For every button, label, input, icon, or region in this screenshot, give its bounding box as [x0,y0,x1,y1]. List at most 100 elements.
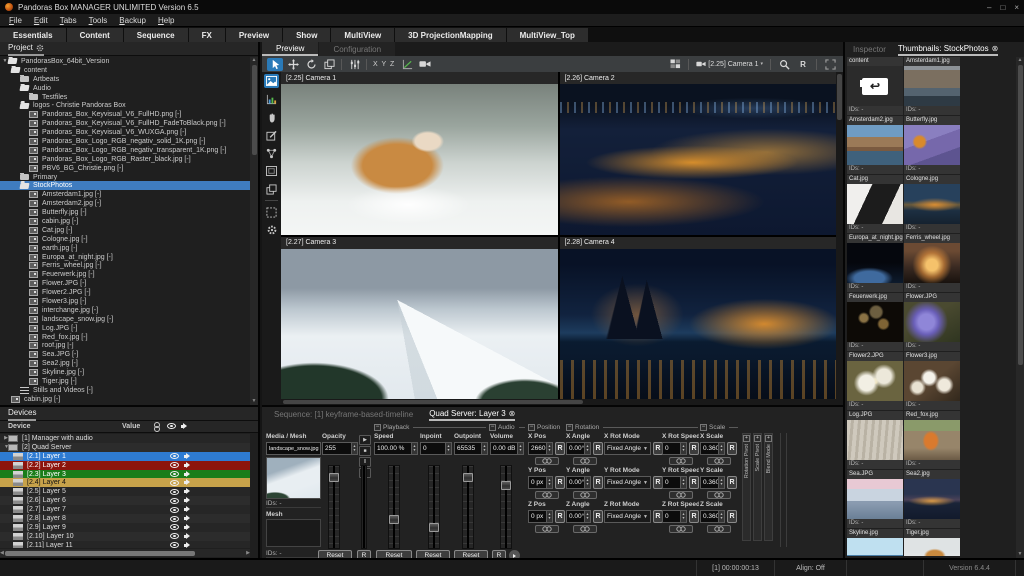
device-row[interactable]: ▶ [2.11] Layer 11 [0,541,250,548]
device-row[interactable]: ▶ [2.2] Layer 2 [0,461,250,470]
close-icon[interactable]: ⊗ [509,409,516,418]
tree-row[interactable]: ▼ StockPhotos [0,181,250,190]
reset-param-button[interactable]: R [593,442,603,455]
expand-arrow-icon[interactable]: ▶ [0,488,13,496]
tree-row[interactable]: Stills and Videos [-] [0,386,250,395]
tree-row[interactable]: Amsterdam2.jpg [-] [0,199,250,208]
main-tab[interactable]: FX [189,28,225,42]
media-thumbnail[interactable] [266,457,321,499]
tree-row[interactable]: roof.jpg [-] [0,342,250,351]
audio-speaker-icon[interactable] [184,497,194,504]
device-row[interactable]: ▶ [2.5] Layer 5 [0,487,250,496]
tree-row[interactable]: ▶ Primary [0,173,250,182]
spinner[interactable]: ▲▼ [547,510,553,523]
link-icon[interactable] [669,491,693,499]
marquee-select-icon[interactable] [264,205,279,219]
tab-sequence[interactable]: Sequence: [1] keyframe-based-timeline [274,410,413,419]
nodes-tool-icon[interactable] [264,146,279,160]
visibility-eye-icon[interactable] [170,453,179,459]
menu-item[interactable]: Backup [113,16,152,25]
spinner[interactable]: ▲▼ [681,442,687,455]
volume-field[interactable]: 0.00 dB [490,442,518,455]
audio-speaker-icon[interactable] [184,533,194,540]
scroll-down-icon[interactable]: ▼ [1018,551,1023,558]
link-icon[interactable] [535,457,559,465]
menu-item[interactable]: Tools [83,16,114,25]
tree-row[interactable]: Skyline.jpg [-] [0,368,250,377]
spinner[interactable]: ▲▼ [585,510,591,523]
reset-param-button[interactable]: R [689,442,699,455]
camera-render[interactable] [560,249,837,400]
scroll-up-icon[interactable]: ▲ [1018,57,1023,64]
camera-render[interactable] [560,84,837,235]
scale-pivot-strip[interactable]: + Scale Pivot [753,433,762,541]
reset-param-button[interactable]: R [727,510,737,523]
media-view-icon[interactable] [264,74,279,88]
main-tab[interactable]: Show [283,28,330,42]
edit-tool-icon[interactable] [264,128,279,142]
collapse-icon[interactable]: − [566,424,573,431]
tree-row[interactable]: Pandoras_Box_Logo_RGB_negativ_transparen… [0,146,250,155]
expand-arrow-icon[interactable]: ▼ [0,84,20,92]
device-row[interactable]: ▶ [2.3] Layer 3 [0,470,250,479]
tree-row[interactable]: cabin.jpg [-] [0,395,250,404]
tree-row[interactable]: ▶ Artbeats [0,75,250,84]
close-icon[interactable]: ⊗ [992,44,999,53]
reset-param-button[interactable]: R [593,476,603,489]
rot-speed-field[interactable]: 0 [662,510,681,523]
main-tab[interactable]: 3D ProjectionMapping [395,28,505,42]
main-tab[interactable]: Preview [226,28,282,42]
viewport-vscrollbar[interactable] [836,72,843,405]
rot-mode-dropdown[interactable]: Fixed Angle▼ [604,510,651,523]
spinner[interactable]: ▲▼ [547,442,553,455]
pos-field[interactable]: 0 px [528,510,547,523]
tab-inspector[interactable]: Inspector [853,45,886,54]
main-tab[interactable]: Essentials [0,28,66,42]
rotation-pivot-strip[interactable]: + Rotation Pivot [742,433,751,541]
expand-arrow-icon[interactable]: ▶ [0,173,20,181]
fader-handle[interactable] [329,473,339,482]
link-icon[interactable] [669,525,693,533]
pos-field[interactable]: 2660 px [528,442,547,455]
scrollbar-thumb[interactable] [252,65,257,155]
thumbnail-image[interactable] [904,66,960,106]
devices-hscrollbar[interactable]: ◀ ▶ [0,549,250,557]
maximize-button[interactable]: □ [1000,3,1005,12]
thumbnail-image[interactable] [904,420,960,460]
fader-handle[interactable] [501,481,511,490]
expand-arrow-icon[interactable]: ▶ [0,523,13,531]
link-icon[interactable] [535,525,559,533]
thumbnail-item[interactable]: content IDs: - [847,57,903,115]
link-icon[interactable] [535,491,559,499]
spinner[interactable]: ▲▼ [585,476,591,489]
thumbnail-image[interactable] [904,361,960,401]
thumbnail-item[interactable]: Cat.jpg IDs: - [847,175,903,233]
audio-speaker-icon[interactable] [184,515,194,522]
reset-param-button[interactable]: R [689,476,699,489]
spinner[interactable]: ▲▼ [482,442,488,455]
device-row[interactable]: ▶ [2.1] Layer 1 [0,452,250,461]
audio-speaker-icon[interactable] [184,506,194,513]
tree-row[interactable]: Ferris_wheel.jpg [-] [0,261,250,270]
speaker-column-icon[interactable] [181,423,191,430]
tree-row[interactable]: PBV6_BG_Christie.png [-] [0,164,250,173]
audio-speaker-icon[interactable] [184,462,194,469]
camera-quadrant[interactable]: [2.28] Camera 4 [560,237,837,400]
thumbnail-item[interactable]: Butterfly.jpg IDs: - [904,116,960,174]
visibility-eye-icon[interactable] [170,533,179,539]
hand-tool-icon[interactable] [264,110,279,124]
tree-row[interactable]: Butterfly.jpg [-] [0,208,250,217]
fullscreen-icon[interactable] [822,58,838,71]
project-scrollbar[interactable]: ▲ ▼ [250,57,258,405]
expand-arrow-icon[interactable]: ▶ [0,479,13,487]
link-icon[interactable] [573,457,597,465]
tree-row[interactable]: Cat.jpg [-] [0,226,250,235]
thumbnail-item[interactable]: Tiger.jpg IDs: - [904,529,960,556]
expand-arrow-icon[interactable]: ▶ [0,93,29,101]
collapse-icon[interactable]: − [489,424,496,431]
collapse-icon[interactable]: − [700,424,707,431]
camera-tool-icon[interactable] [417,58,433,71]
frame-view-icon[interactable] [264,164,279,178]
expand-arrow-icon[interactable]: ▶ [0,470,13,478]
rot-mode-dropdown[interactable]: Fixed Angle▼ [604,476,651,489]
